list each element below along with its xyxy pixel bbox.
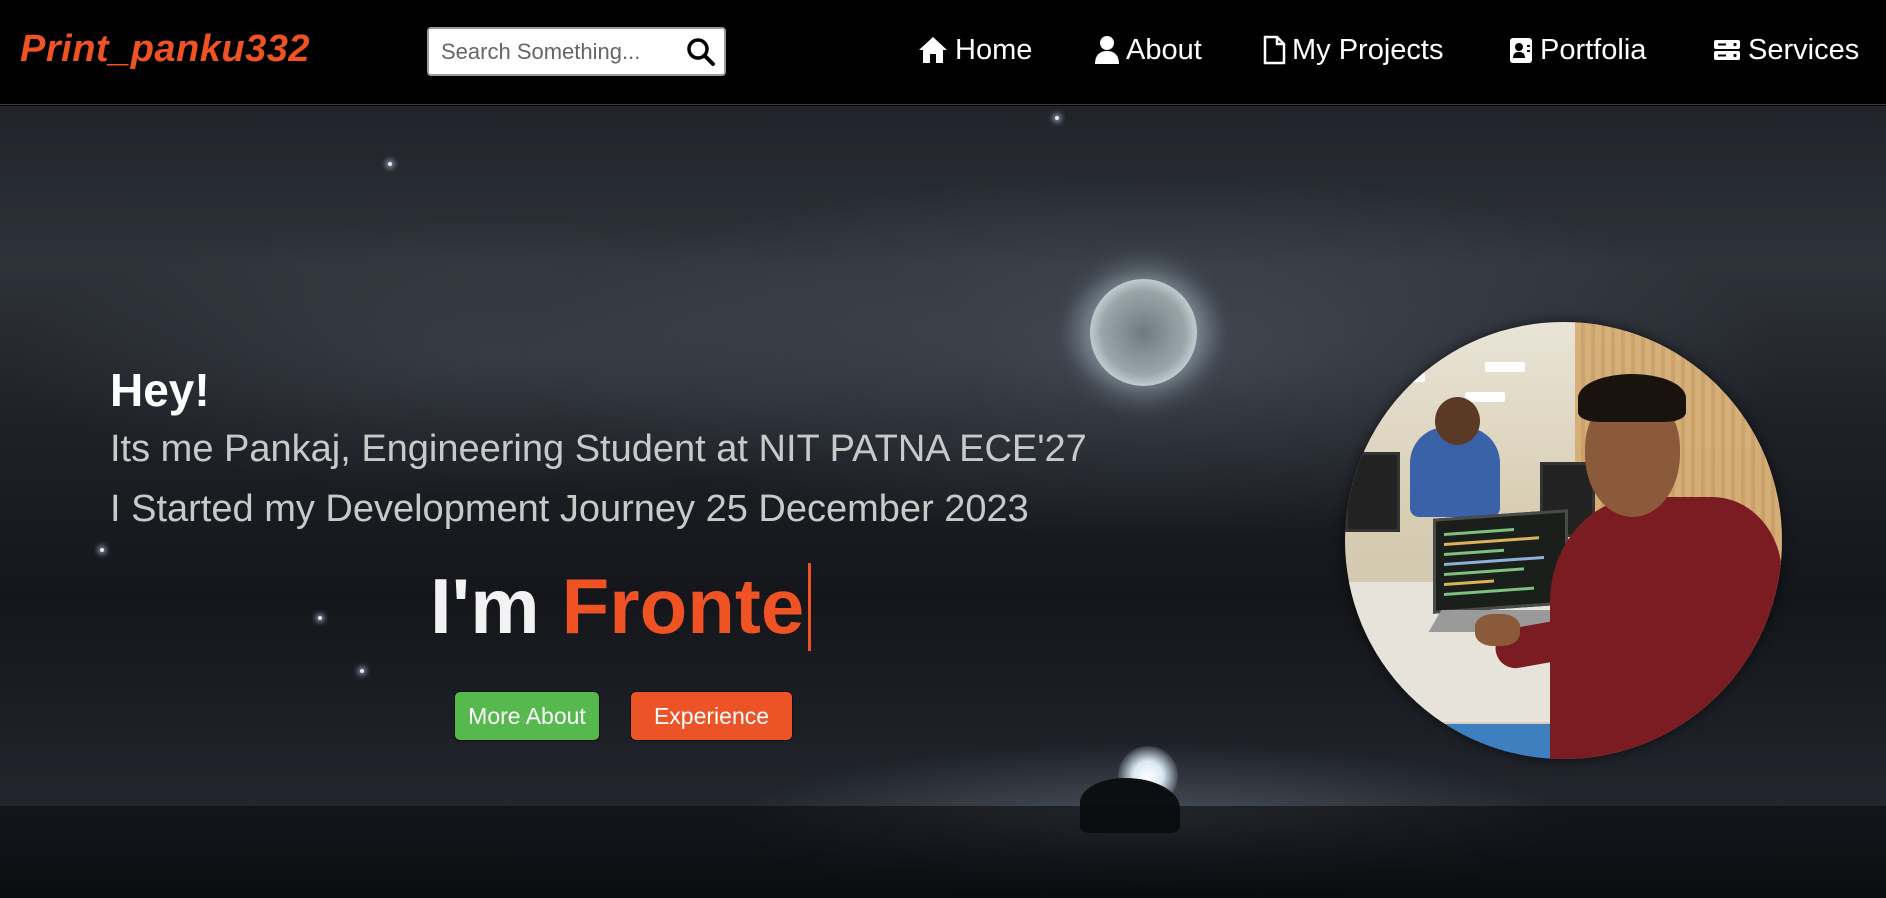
nav-home-label: Home (955, 33, 1033, 66)
home-icon (919, 37, 947, 63)
code-line (1444, 548, 1504, 556)
star-decoration (100, 548, 104, 552)
hero-section: Hey! Its me Pankaj, Engineering Student … (0, 106, 1886, 898)
nav-my-projects-label: My Projects (1292, 33, 1444, 66)
code-line (1444, 528, 1514, 536)
hero-intro-line-1: Its me Pankaj, Engineering Student at NI… (110, 428, 1087, 470)
search-icon (687, 38, 715, 66)
file-icon (1263, 35, 1286, 65)
top-navbar: Print_panku332 Home About My Projects (0, 0, 1886, 105)
ceiling-light-decoration (1465, 392, 1505, 402)
nav-home-link[interactable]: Home (917, 30, 1032, 70)
search-input[interactable] (441, 29, 681, 74)
star-decoration (318, 616, 322, 620)
person-hair (1578, 374, 1686, 422)
moon-decoration (1090, 279, 1197, 386)
typing-prefix: I'm (430, 562, 540, 650)
search-box (427, 27, 726, 76)
code-line (1444, 555, 1544, 566)
code-line (1444, 536, 1539, 546)
code-line (1444, 579, 1494, 586)
profile-photo (1345, 322, 1782, 759)
hero-intro-line-2: I Started my Development Journey 25 Dece… (110, 488, 1029, 530)
nav-portfolia-label: Portfolia (1540, 33, 1647, 66)
code-line (1444, 586, 1534, 596)
experience-button[interactable]: Experience (630, 691, 793, 741)
nav-my-projects-link[interactable]: My Projects (1262, 30, 1443, 70)
nav-about-label: About (1126, 33, 1202, 66)
code-line (1444, 567, 1524, 576)
id-badge-icon (1510, 38, 1532, 63)
ceiling-light-decoration (1485, 362, 1525, 372)
star-decoration (1055, 116, 1059, 120)
typing-caret (808, 562, 812, 651)
typing-headline: I'm Fronte (430, 561, 812, 652)
star-decoration (360, 669, 364, 673)
brand-logo-text[interactable]: Print_panku332 (20, 28, 310, 71)
background-person-head (1435, 397, 1480, 445)
star-decoration (388, 162, 392, 166)
more-about-button[interactable]: More About (454, 691, 600, 741)
monitor-decoration (1345, 452, 1400, 532)
hero-greeting: Hey! (110, 364, 210, 416)
server-icon (1714, 40, 1740, 60)
search-button[interactable] (684, 35, 718, 69)
typing-role: Fronte (561, 562, 805, 650)
nav-services-label: Services (1748, 33, 1860, 66)
nav-portfolia-link[interactable]: Portfolia (1508, 30, 1646, 70)
laptop-screen (1433, 509, 1568, 614)
nav-services-link[interactable]: Services (1712, 30, 1859, 70)
user-icon (1095, 36, 1119, 64)
person-hand (1475, 614, 1520, 646)
ground-decoration (0, 806, 1886, 898)
nav-about-link[interactable]: About (1094, 30, 1202, 70)
ceiling-light-decoration (1385, 372, 1425, 382)
